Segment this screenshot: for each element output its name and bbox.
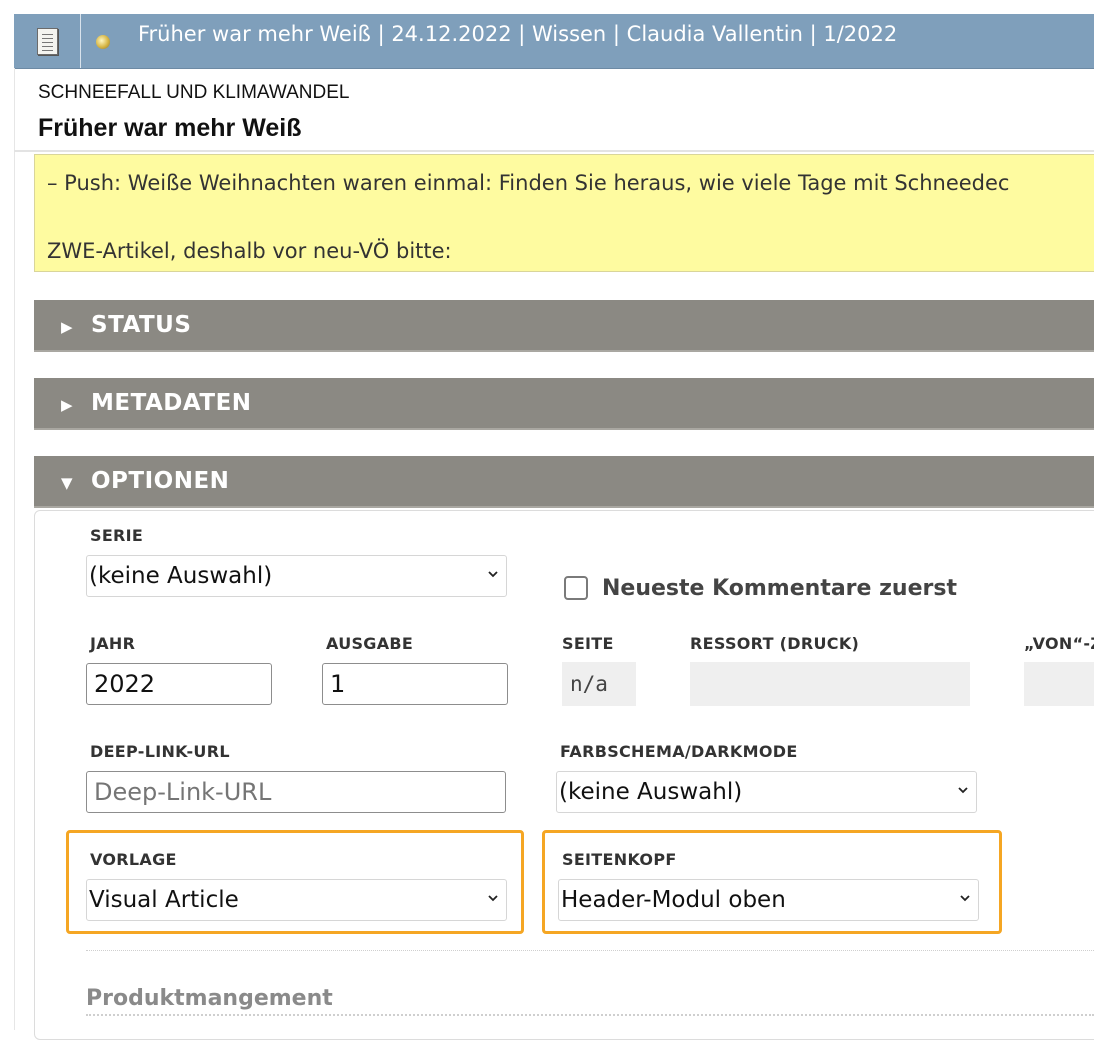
editorial-note: – Push: Weiße Weihnachten waren einmal: … — [34, 154, 1094, 272]
title-bar: Früher war mehr Weiß | 24.12.2022 | Wiss… — [14, 14, 1094, 69]
expand-triangle-icon: ▶ — [61, 318, 73, 336]
serie-label: SERIE — [90, 526, 144, 545]
chevron-down-icon — [958, 787, 968, 794]
farbschema-value: (keine Auswahl) — [559, 779, 743, 805]
collapse-triangle-icon: ▼ — [61, 474, 73, 492]
comments-newest-first-checkbox[interactable] — [564, 576, 588, 600]
section-metadaten-label: METADATEN — [91, 390, 252, 416]
section-status-label: STATUS — [91, 312, 192, 338]
ressort-label: RESSORT (DRUCK) — [690, 634, 860, 653]
vorlage-select[interactable]: Visual Article — [86, 879, 507, 921]
section-metadaten[interactable]: ▶ METADATEN — [34, 378, 1094, 430]
vorlage-label: VORLAGE — [90, 850, 177, 869]
divider — [86, 1014, 1094, 1016]
section-status[interactable]: ▶ STATUS — [34, 300, 1094, 352]
window-title: Früher war mehr Weiß | 24.12.2022 | Wiss… — [138, 22, 898, 46]
chevron-down-icon — [960, 895, 970, 902]
section-optionen-label: OPTIONEN — [91, 468, 230, 494]
ausgabe-input[interactable] — [322, 663, 508, 705]
chevron-down-icon — [488, 571, 498, 578]
ausgabe-label: AUSGABE — [326, 634, 414, 653]
article-kicker: SCHNEEFALL UND KLIMAWANDEL — [38, 82, 350, 103]
von-label: „VON“-Z — [1024, 634, 1094, 653]
chevron-down-icon — [488, 895, 498, 902]
ressort-value — [690, 662, 970, 706]
sun-icon — [96, 35, 110, 49]
document-icon — [37, 28, 58, 55]
article-headline: Früher war mehr Weiß — [38, 114, 302, 142]
deeplink-input[interactable] — [86, 771, 506, 813]
expand-triangle-icon: ▶ — [61, 396, 73, 414]
produktmanagement-heading[interactable]: Produktmangement — [86, 986, 333, 1011]
vorlage-value: Visual Article — [89, 887, 239, 913]
serie-value: (keine Auswahl) — [89, 563, 273, 589]
deeplink-label: DEEP-LINK-URL — [90, 742, 230, 761]
von-value — [1024, 662, 1094, 706]
seitenkopf-select[interactable]: Header-Modul oben — [558, 879, 979, 921]
note-line-1: – Push: Weiße Weihnachten waren einmal: … — [47, 171, 1010, 195]
seite-label: SEITE — [562, 634, 614, 653]
divider — [14, 150, 1094, 152]
note-line-2: ZWE-Artikel, deshalb vor neu-VÖ bitte: — [47, 239, 452, 263]
farbschema-label: FARBSCHEMA/DARKMODE — [560, 742, 798, 761]
seite-value: n/a — [562, 662, 636, 706]
comments-newest-first-label: Neueste Kommentare zuerst — [602, 576, 957, 601]
page-edge — [14, 68, 15, 1030]
jahr-input[interactable] — [86, 663, 272, 705]
document-button[interactable] — [14, 14, 81, 68]
serie-select[interactable]: (keine Auswahl) — [86, 555, 507, 597]
jahr-label: JAHR — [90, 634, 136, 653]
farbschema-select[interactable]: (keine Auswahl) — [556, 771, 977, 813]
seitenkopf-value: Header-Modul oben — [561, 887, 786, 913]
section-optionen[interactable]: ▼ OPTIONEN — [34, 456, 1094, 508]
seitenkopf-label: SEITENKOPF — [562, 850, 677, 869]
divider — [86, 950, 1094, 951]
